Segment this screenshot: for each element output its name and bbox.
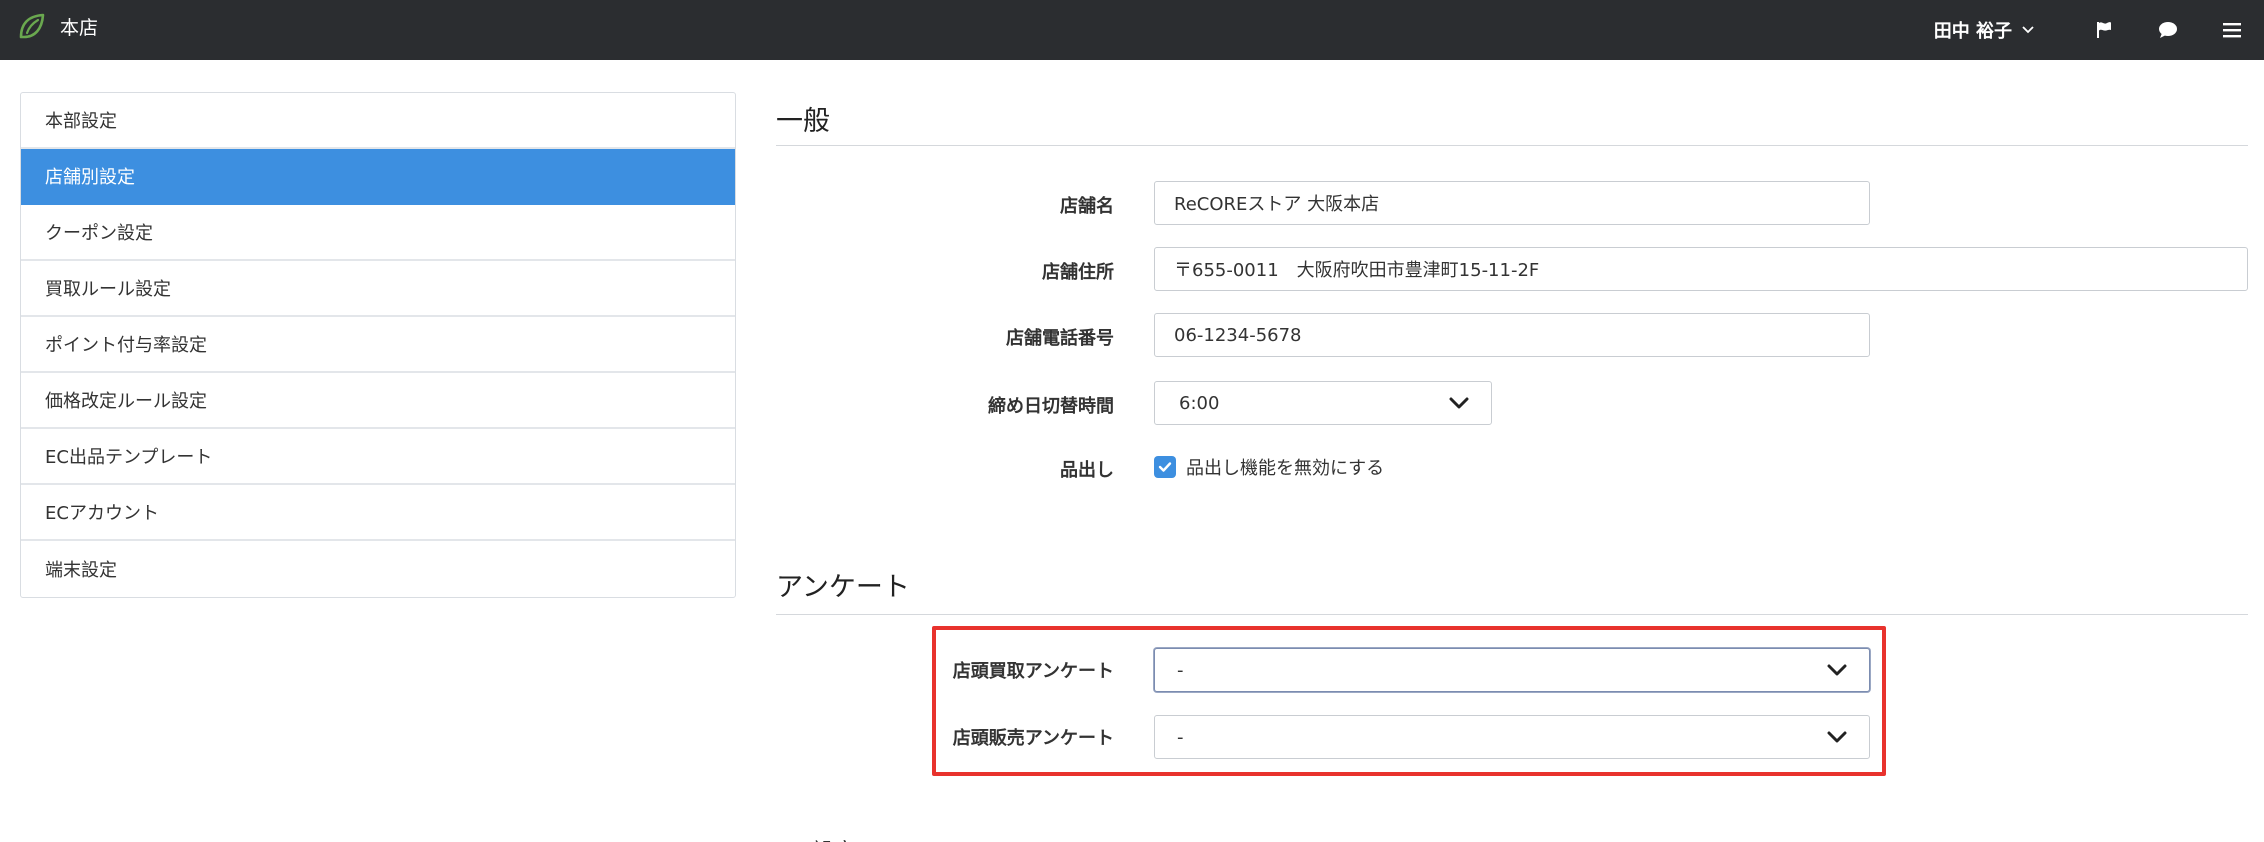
top-navbar: 本店 田中 裕子 <box>0 0 2264 60</box>
sidebar-item-purchase-rule-settings[interactable]: 買取ルール設定 <box>21 261 735 317</box>
chevron-down-icon <box>1827 664 1847 676</box>
store-address-input[interactable]: 〒655-0011 大阪府吹田市豊津町15-11-2F <box>1154 247 2248 291</box>
sidebar-item-terminal-settings[interactable]: 端末設定 <box>21 541 735 597</box>
flag-icon <box>2097 22 2111 38</box>
sidebar-item-point-rate-settings[interactable]: ポイント付与率設定 <box>21 317 735 373</box>
disable-display-checkbox[interactable] <box>1154 456 1176 478</box>
sidebar-item-ec-account[interactable]: ECアカウント <box>21 485 735 541</box>
purchase-survey-select[interactable]: - <box>1154 648 1870 692</box>
sidebar-item-coupon-settings[interactable]: クーポン設定 <box>21 205 735 261</box>
flag-button[interactable] <box>2072 0 2136 60</box>
general-section-title: 一般 <box>776 106 830 137</box>
menu-button[interactable] <box>2200 0 2264 60</box>
sidebar-item-ec-listing-template[interactable]: EC出品テンプレート <box>21 429 735 485</box>
leaf-logo-icon <box>19 13 45 39</box>
next-section-title: 設定 <box>812 834 856 842</box>
sales-survey-label: 店頭販売アンケート <box>952 728 1114 749</box>
brand[interactable]: 本店 <box>18 12 98 40</box>
brand-name: 本店 <box>60 16 99 39</box>
store-phone-label: 店舗電話番号 <box>1006 328 1114 349</box>
purchase-survey-label: 店頭買取アンケート <box>952 661 1114 682</box>
hamburger-menu-icon <box>2223 23 2241 38</box>
chevron-down-icon <box>1449 397 1469 409</box>
general-section-divider <box>776 145 2248 146</box>
sidebar-item-price-revision-rule-settings[interactable]: 価格改定ルール設定 <box>21 373 735 429</box>
settings-sidebar: 本部設定 店舗別設定 クーポン設定 買取ルール設定 ポイント付与率設定 価格改定… <box>20 92 736 598</box>
cutoff-time-select[interactable]: 6:00 <box>1154 381 1492 425</box>
cutoff-time-value: 6:00 <box>1179 392 1220 414</box>
store-name-input[interactable]: ReCOREストア 大阪本店 <box>1154 181 1870 225</box>
disable-display-checkbox-label[interactable]: 品出し機能を無効にする <box>1186 454 1384 480</box>
chevron-down-icon <box>1827 731 1847 743</box>
sidebar-item-store-settings[interactable]: 店舗別設定 <box>21 149 735 205</box>
display-label: 品出し <box>1060 460 1114 481</box>
comment-icon <box>2159 22 2177 38</box>
purchase-survey-value: - <box>1177 659 1184 681</box>
checkmark-icon <box>1158 462 1172 472</box>
store-name-label: 店舗名 <box>1060 196 1114 217</box>
chevron-down-icon <box>2022 26 2034 34</box>
survey-section-divider <box>776 614 2248 615</box>
store-address-label: 店舗住所 <box>1042 262 1114 283</box>
navbar-actions: 田中 裕子 <box>1934 0 2264 60</box>
disable-display-option: 品出し機能を無効にする <box>1154 454 1384 480</box>
sidebar-item-headquarters-settings[interactable]: 本部設定 <box>21 93 735 149</box>
cutoff-time-label: 締め日切替時間 <box>988 396 1114 417</box>
sales-survey-select[interactable]: - <box>1154 715 1870 759</box>
comment-button[interactable] <box>2136 0 2200 60</box>
survey-section-title: アンケート <box>776 572 910 603</box>
user-menu[interactable]: 田中 裕子 <box>1934 17 2034 43</box>
store-phone-input[interactable]: 06-1234-5678 <box>1154 313 1870 357</box>
sales-survey-value: - <box>1177 726 1184 748</box>
user-name: 田中 裕子 <box>1933 21 2012 42</box>
